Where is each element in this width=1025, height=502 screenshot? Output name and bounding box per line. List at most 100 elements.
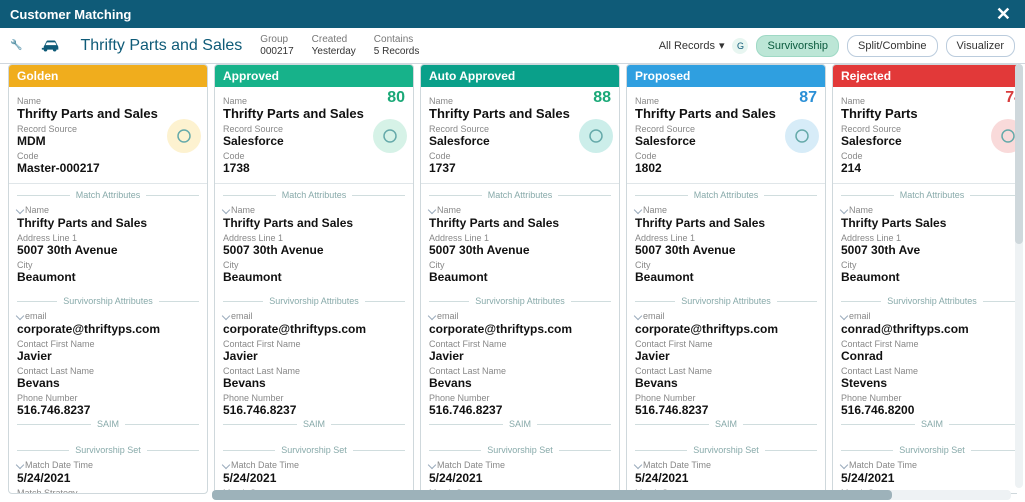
surv-attr-divider: Survivorship Attributes <box>635 296 817 306</box>
record-card[interactable]: Proposed 87 Name Thrifty Parts and Sales… <box>626 64 826 494</box>
cfn-value: Javier <box>223 349 405 363</box>
city-value: Beaumont <box>635 270 817 284</box>
phone-value: 516.746.8200 <box>841 403 1017 417</box>
chevron-down-icon <box>222 312 230 320</box>
record-card[interactable]: Golden Name Thrifty Parts and Sales Reco… <box>8 64 208 494</box>
email-value: corporate@thriftyps.com <box>223 322 405 336</box>
city-value: Beaumont <box>841 270 1017 284</box>
group-value: 000217 <box>260 46 293 57</box>
name-value: Thrifty Parts and Sales <box>635 106 817 121</box>
code-label: Code <box>17 151 199 161</box>
all-records-dropdown[interactable]: All Records ▾ <box>659 39 725 52</box>
status-icon <box>579 119 613 153</box>
horizontal-scroll-thumb[interactable] <box>212 490 892 500</box>
meta-contains: Contains 5 Records <box>374 34 420 57</box>
city-label: City <box>635 260 817 270</box>
status-icon <box>785 119 819 153</box>
ma-name-value: Thrifty Parts and Sales <box>429 216 611 230</box>
phone-value: 516.746.8237 <box>17 403 199 417</box>
record-card[interactable]: Rejected 74 Name Thrifty Parts Record So… <box>832 64 1017 494</box>
code-label: Code <box>841 151 1017 161</box>
contains-label: Contains <box>374 34 420 45</box>
card-header: Approved <box>215 65 413 87</box>
record-card[interactable]: Auto Approved 88 Name Thrifty Parts and … <box>420 64 620 494</box>
chevron-down-icon <box>428 312 436 320</box>
chevron-down-icon <box>16 312 24 320</box>
survivorship-set: Survivorship Set Match Date Time 5/24/20… <box>421 439 619 494</box>
match-score: 88 <box>593 89 611 107</box>
toolbar: All Records ▾ G Survivorship Split/Combi… <box>659 35 1015 57</box>
survivorship-attributes: Survivorship Attributes email corporate@… <box>627 290 825 439</box>
addr1-value: 5007 30th Avenue <box>429 243 611 257</box>
addr1-label: Address Line 1 <box>17 233 199 243</box>
match-attributes: Match Attributes Name Thrifty Parts and … <box>421 184 619 290</box>
cln-label: Contact Last Name <box>635 366 817 376</box>
record-card[interactable]: Approved 80 Name Thrifty Parts and Sales… <box>214 64 414 494</box>
header-bar: Customer Matching ✕ <box>0 0 1025 28</box>
name-label: Name <box>841 96 1017 106</box>
cfn-value: Conrad <box>841 349 1017 363</box>
surv-set-divider: Survivorship Set <box>223 445 405 455</box>
surv-set-divider: Survivorship Set <box>429 445 611 455</box>
match-attr-divider: Match Attributes <box>841 190 1017 200</box>
surv-attr-divider: Survivorship Attributes <box>17 296 199 306</box>
name-value: Thrifty Parts and Sales <box>223 106 405 121</box>
name-label: Name <box>635 96 817 106</box>
meta-group: Group 000217 <box>260 34 293 57</box>
card-header: Golden <box>9 65 207 87</box>
survivorship-attributes: Survivorship Attributes email corporate@… <box>9 290 207 439</box>
code-value: 214 <box>841 161 1017 175</box>
match-score: 80 <box>387 89 405 107</box>
name-value: Thrifty Parts <box>841 106 1017 121</box>
wrench-icon: 🔧 <box>10 40 22 51</box>
chevron-down-icon <box>840 206 848 214</box>
cln-label: Contact Last Name <box>17 366 199 376</box>
card-top: 88 Name Thrifty Parts and Sales Record S… <box>421 87 619 184</box>
city-label: City <box>429 260 611 270</box>
vertical-scrollbar[interactable] <box>1015 64 1023 488</box>
survivorship-set: Survivorship Set Match Date Time 5/24/20… <box>833 439 1017 494</box>
cfn-label: Contact First Name <box>429 339 611 349</box>
name-label: Name <box>429 96 611 106</box>
visualizer-button[interactable]: Visualizer <box>946 35 1016 57</box>
cln-label: Contact Last Name <box>429 366 611 376</box>
chevron-down-icon <box>634 206 642 214</box>
cfn-label: Contact First Name <box>841 339 1017 349</box>
g-button[interactable]: G <box>732 38 748 54</box>
card-top: 74 Name Thrifty Parts Record Source Sale… <box>833 87 1017 184</box>
close-icon[interactable]: ✕ <box>992 4 1015 25</box>
contains-value: 5 Records <box>374 46 420 57</box>
card-top: 87 Name Thrifty Parts and Sales Record S… <box>627 87 825 184</box>
addr1-value: 5007 30th Avenue <box>223 243 405 257</box>
addr1-label: Address Line 1 <box>841 233 1017 243</box>
survivorship-attributes: Survivorship Attributes email corporate@… <box>215 290 413 439</box>
cfn-label: Contact First Name <box>17 339 199 349</box>
cfn-value: Javier <box>635 349 817 363</box>
split-combine-button[interactable]: Split/Combine <box>847 35 937 57</box>
status-icon <box>373 119 407 153</box>
cards-container[interactable]: Golden Name Thrifty Parts and Sales Reco… <box>8 64 1017 494</box>
card-top: Name Thrifty Parts and Sales Record Sour… <box>9 87 207 184</box>
addr1-value: 5007 30th Avenue <box>17 243 199 257</box>
created-value: Yesterday <box>312 46 356 57</box>
surv-set-divider: Survivorship Set <box>841 445 1017 455</box>
survivorship-button[interactable]: Survivorship <box>756 35 839 57</box>
card-header: Proposed <box>627 65 825 87</box>
vertical-scroll-thumb[interactable] <box>1015 64 1023 244</box>
mdt-value: 5/24/2021 <box>17 471 199 485</box>
addr1-label: Address Line 1 <box>635 233 817 243</box>
phone-value: 516.746.8237 <box>223 403 405 417</box>
match-score: 87 <box>799 89 817 107</box>
match-attr-divider: Match Attributes <box>635 190 817 200</box>
horizontal-scrollbar[interactable] <box>212 490 1011 500</box>
chevron-down-icon <box>222 461 230 469</box>
match-attributes: Match Attributes Name Thrifty Parts and … <box>9 184 207 290</box>
chevron-down-icon <box>428 206 436 214</box>
phone-value: 516.746.8237 <box>635 403 817 417</box>
email-value: corporate@thriftyps.com <box>429 322 611 336</box>
code-value: 1738 <box>223 161 405 175</box>
group-label: Group <box>260 34 293 45</box>
card-header: Rejected <box>833 65 1017 87</box>
name-value: Thrifty Parts and Sales <box>17 106 199 121</box>
survivorship-set: Survivorship Set Match Date Time 5/24/20… <box>627 439 825 494</box>
